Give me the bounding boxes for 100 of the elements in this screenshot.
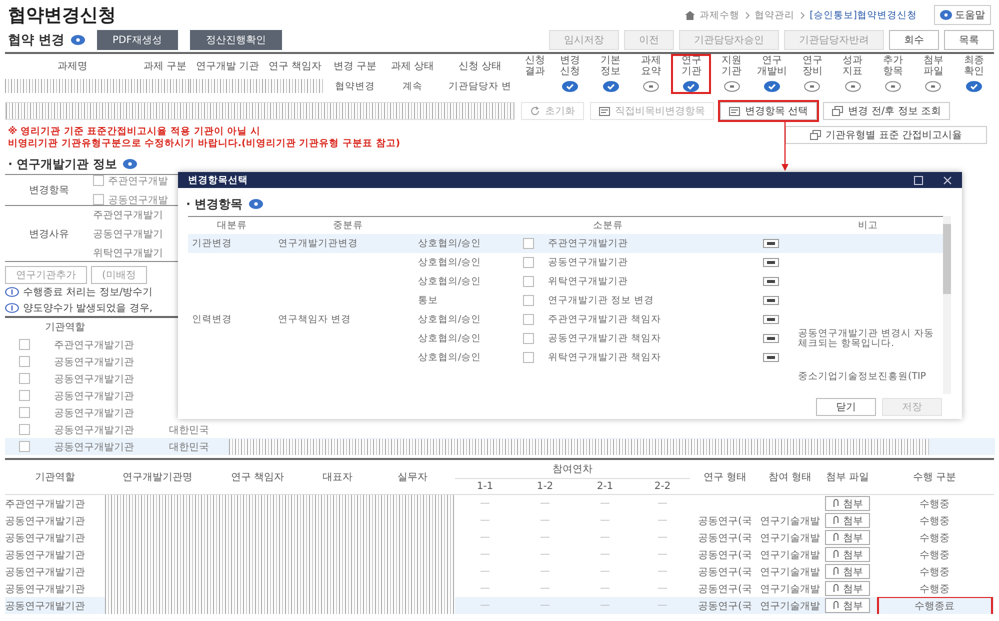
attach-button[interactable]: 첨부 [825, 581, 870, 596]
maximize-icon[interactable] [914, 176, 923, 184]
edit-icon[interactable] [763, 277, 779, 286]
form-icon [729, 106, 740, 116]
column-header: 2-2 [654, 481, 671, 492]
attach-button[interactable]: 첨부 [825, 598, 870, 613]
checkbox[interactable] [19, 356, 30, 367]
info-text: 양도양수가 발생되었을 경우, [23, 302, 153, 315]
column-header: 변경 구분 [332, 60, 378, 74]
table-cell: — [540, 498, 550, 509]
edit-icon[interactable] [763, 353, 779, 362]
column-header: 연구 장비 [801, 54, 824, 78]
table-cell: — [540, 532, 550, 543]
action-button[interactable]: 변경 전/후 정보 조회 [823, 102, 950, 120]
edit-icon[interactable] [763, 258, 779, 267]
chevron-icon [744, 12, 750, 18]
dialog-button[interactable]: 닫기 [816, 398, 876, 416]
attach-button[interactable]: 첨부 [825, 513, 870, 528]
edit-icon[interactable] [763, 239, 779, 248]
toolbar-button[interactable]: 회수 [889, 30, 939, 50]
copy-icon [832, 106, 844, 116]
attach-button[interactable]: 첨부 [825, 564, 870, 579]
toolbar-button[interactable]: 목록 [944, 30, 994, 50]
checkbox[interactable] [523, 352, 534, 363]
table-cell: 상호협의/승인 [418, 237, 482, 250]
help-icon [248, 199, 263, 209]
table-cell: — [600, 600, 610, 611]
edit-icon[interactable] [763, 315, 779, 324]
checkbox[interactable] [19, 441, 30, 452]
table-cell: — [658, 498, 668, 509]
table-cell: — [658, 549, 668, 560]
breadcrumb-link[interactable]: 협약관리 [754, 8, 795, 22]
table-cell: — [540, 549, 550, 560]
column-header: 신청 상태 [457, 60, 503, 74]
table-cell-text: 공동연구(국 [698, 600, 752, 612]
table-cell: — [480, 600, 490, 611]
column-header: 참여 형태 [768, 472, 812, 482]
table-cell: — [658, 515, 668, 526]
action-button[interactable]: 정산진행확인 [190, 30, 282, 50]
checkbox[interactable] [523, 257, 534, 268]
help-button[interactable]: 도움말 [934, 5, 991, 25]
action-button[interactable]: 기관유형별 표준 간접비고시율 [784, 126, 987, 144]
section-heading: · 변경항목 [186, 196, 243, 212]
edit-icon[interactable] [763, 296, 779, 305]
checkbox[interactable] [523, 295, 534, 306]
column-header: 최종 확인 [962, 54, 985, 78]
remark-text: 공동연구개발기관 변경시 자동 체크되는 항목입니다. [798, 328, 936, 348]
column-header: 소분류 [592, 219, 624, 232]
column-header: 참여연차 [552, 464, 592, 474]
edit-icon[interactable] [763, 334, 779, 343]
table-cell-text: 공동연구(국 [698, 548, 752, 562]
table-cell: — [600, 583, 610, 594]
checkbox[interactable] [19, 390, 30, 401]
column-header: 연구 책임자 [230, 472, 284, 482]
column-header: 기본 정보 [600, 54, 622, 78]
column-header: 기관역할 [45, 321, 85, 334]
action-button[interactable]: 변경항목 선택 [720, 102, 818, 120]
table-cell: 인력변경 [192, 313, 232, 326]
scrollbar[interactable] [943, 216, 951, 394]
checkbox[interactable] [19, 424, 30, 435]
field-label: 공동연구개발기 [93, 228, 163, 240]
checkbox[interactable] [19, 407, 30, 418]
checkbox[interactable] [523, 314, 534, 325]
checkbox[interactable] [19, 373, 30, 384]
attach-button[interactable]: 첨부 [825, 547, 870, 562]
checkbox-label: 공동연구개발 [108, 194, 168, 205]
action-button[interactable]: PDF재생성 [96, 30, 178, 50]
field-label: 위탁연구개발기 [93, 246, 163, 260]
info-icon [5, 303, 19, 313]
selected-row[interactable]: 기관변경 연구개발기관변경 상호협의/승인 주관연구개발기관 [188, 234, 943, 253]
checkbox[interactable] [523, 333, 534, 344]
breadcrumb-link[interactable]: [승인통보]협약변경신청 [810, 8, 917, 22]
column-header: 추가 항목 [882, 54, 904, 78]
column-header: 기관역할 [35, 472, 75, 482]
field-label: 변경항목 [28, 184, 70, 198]
attach-button[interactable]: 첨부 [825, 530, 870, 545]
close-icon[interactable] [943, 176, 952, 184]
column-header: 지원 기관 [720, 54, 743, 78]
checkbox[interactable] [523, 238, 534, 249]
table-cell-text: 공동연구개발기관 [5, 566, 85, 578]
table-cell: — [600, 566, 610, 577]
table-cell: 수행종료 [878, 598, 990, 614]
help-icon [70, 35, 85, 45]
checkbox[interactable] [19, 339, 30, 350]
column-header: 수행 구분 [912, 472, 956, 482]
table-cell-text: 공동연구개발기관 [5, 582, 85, 596]
refresh-icon [530, 106, 540, 116]
checkbox[interactable] [93, 194, 104, 205]
checkbox[interactable] [93, 175, 104, 186]
table-cell: 연구개발기관 정보 변경 [548, 294, 654, 307]
breadcrumb-link[interactable]: 과제수행 [700, 8, 740, 22]
field-label: 변경사유 [28, 228, 70, 242]
form-icon [599, 106, 610, 116]
selected-row[interactable]: 공동연구개발기관 대한민국 [5, 438, 995, 455]
attach-button[interactable]: 첨부 [825, 496, 870, 511]
remark-text: 중소기업기술정보진흥원(TIP [798, 372, 926, 382]
table-cell-text: 연구기술개발 [760, 514, 820, 528]
table-cell: 공동연구개발기관 [548, 256, 628, 269]
table-cell: 공동연구개발기관 책임자 [548, 332, 662, 345]
checkbox[interactable] [523, 276, 534, 287]
